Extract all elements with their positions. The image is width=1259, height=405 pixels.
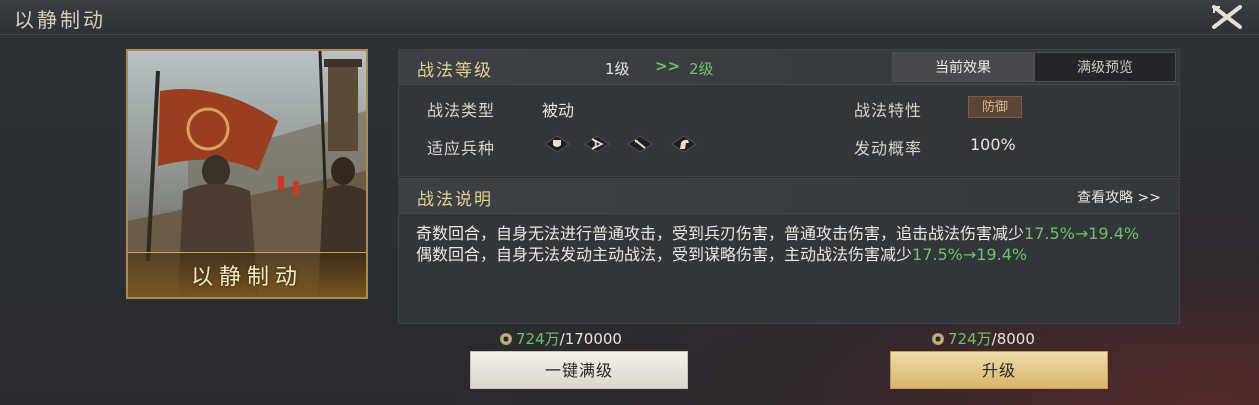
description-header: 战法说明 查看攻略 >>: [399, 179, 1179, 214]
max-level-button[interactable]: 一键满级: [470, 351, 688, 389]
skill-info-panel: 战法等级 1级 >> 2级 当前效果 满级预览: [398, 49, 1180, 177]
upgrade-cost: 724万/8000: [932, 328, 1035, 349]
card-name: 以静制动: [190, 265, 303, 290]
description-label: 战法说明: [417, 190, 493, 210]
tab-max-preview[interactable]: 满级预览: [1034, 52, 1176, 82]
description-line2: 偶数回合，自身无法发动主动战法，受到谋略伤害，主动战法伤害减少: [416, 245, 913, 264]
horse-icon: [670, 134, 698, 154]
skill-type-value: 被动: [542, 101, 575, 120]
upgrade-cost-need: /8000: [991, 330, 1035, 348]
trigger-chance-value: 100%: [970, 135, 1016, 154]
max-cost-need: /170000: [559, 330, 622, 348]
skill-level-label: 战法等级: [417, 61, 493, 81]
effect-tabs: 当前效果 满级预览: [892, 52, 1176, 82]
title-bar: 以静制动: [0, 0, 1259, 35]
max-cost-have: 724万: [516, 330, 560, 348]
spear-icon: [626, 134, 654, 154]
skill-trait-label: 战法特性: [854, 101, 923, 120]
tab-current-effect[interactable]: 当前效果: [892, 52, 1034, 82]
description-line1: 奇数回合，自身无法进行普通攻击，受到兵刃伤害，普通攻击伤害，追击战法伤害减少: [416, 224, 1025, 243]
unit-type-label: 适应兵种: [427, 139, 496, 158]
description-line1-value: 17.5%→19.4%: [1024, 224, 1140, 243]
skill-type-label: 战法类型: [427, 101, 496, 120]
copper-coin-icon: [932, 333, 944, 345]
level-arrow-icon: >>: [655, 57, 681, 75]
window-title: 以静制动: [14, 8, 106, 32]
copper-coin-icon: [500, 333, 512, 345]
level-current: 1级: [605, 60, 630, 78]
skill-description-panel: 战法说明 查看攻略 >> 奇数回合，自身无法进行普通攻击，受到兵刃伤害，普通攻击…: [398, 178, 1180, 324]
max-level-cost: 724万/170000: [500, 328, 622, 349]
close-icon[interactable]: [1211, 4, 1243, 30]
trigger-chance-label: 发动概率: [854, 139, 923, 158]
description-line2-value: 17.5%→19.4%: [912, 245, 1028, 264]
skill-trait-badge: 防御: [968, 96, 1022, 118]
upgrade-button[interactable]: 升级: [890, 351, 1108, 389]
skill-card: 以静制动: [126, 49, 368, 299]
upgrade-cost-have: 724万: [948, 330, 992, 348]
view-guide-link[interactable]: 查看攻略 >>: [1077, 187, 1161, 207]
shield-icon: [543, 134, 571, 154]
skill-level-header: 战法等级 1级 >> 2级 当前效果 满级预览: [399, 50, 1179, 85]
level-next: 2级: [689, 60, 714, 78]
bow-icon: [583, 134, 611, 154]
description-text: 奇数回合，自身无法进行普通攻击，受到兵刃伤害，普通攻击伤害，追击战法伤害减少17…: [416, 223, 1166, 265]
